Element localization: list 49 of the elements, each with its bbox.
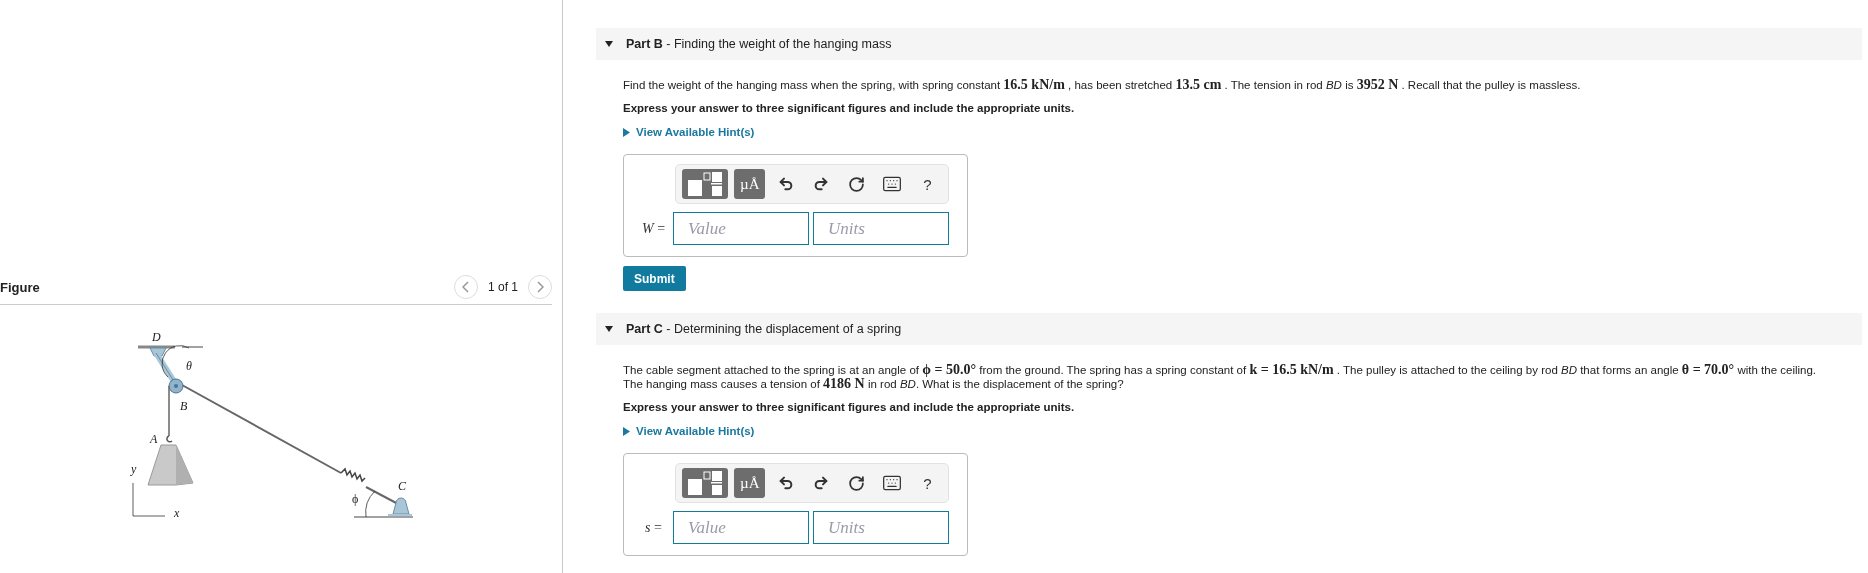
triangle-right-icon xyxy=(623,426,630,436)
part-title: Part C - Determining the displacement of a spring xyxy=(626,322,902,336)
redo-icon xyxy=(813,176,830,192)
problem-text: The cable segment attached to the spring is at an angle of ϕ = 50.0° from the ground. The spring has a spring constant of k = 16.5 kN/m . The pulley is attached to the ceiling by rod BD that forms an angle θ = 70.0° with the ceiling. The hanging mass causes a tension of 4186 N in rod BD. What is the displacement of the spring? xyxy=(623,363,1818,391)
templates-button[interactable] xyxy=(682,468,728,498)
variable-label: s = xyxy=(644,519,663,536)
hint-link[interactable]: View Available Hint(s) xyxy=(623,425,755,437)
part-header[interactable]: Part C - Determining the displacement of a spring xyxy=(596,313,1862,345)
chevron-left-icon xyxy=(461,281,470,293)
help-button[interactable]: ? xyxy=(912,468,942,498)
redo-icon xyxy=(813,475,830,491)
units-field[interactable]: Units xyxy=(813,212,949,245)
instruction-text: Express your answer to three significant figures and include the appropriate units. xyxy=(623,102,1076,114)
value-field[interactable]: Value xyxy=(673,212,809,245)
figure-label: D xyxy=(152,330,161,344)
hint-link[interactable]: View Available Hint(s) xyxy=(623,126,755,138)
figure-label: y xyxy=(131,462,137,476)
figure-label: C xyxy=(398,479,406,493)
templates-icon xyxy=(688,471,722,495)
caret-icon[interactable] xyxy=(604,324,614,334)
caret-icon[interactable] xyxy=(604,39,614,49)
chevron-right-icon xyxy=(536,281,544,293)
undo-icon xyxy=(778,475,795,491)
templates-button[interactable] xyxy=(682,169,728,199)
instruction-text: Express your answer to three significant figures and include the appropriate units. xyxy=(623,401,1076,413)
value-field[interactable]: Value xyxy=(673,511,809,544)
figure-title: Figure xyxy=(0,279,41,295)
help-button[interactable]: ? xyxy=(912,169,942,199)
figure-label: θ xyxy=(186,359,192,373)
submit-button[interactable]: Submit xyxy=(623,266,686,291)
figure-label: x xyxy=(174,506,180,520)
pager-text: 1 of 1 xyxy=(487,280,518,294)
keyboard-icon xyxy=(882,174,902,194)
reset-icon xyxy=(848,175,866,193)
units-button[interactable]: µÅ xyxy=(734,468,766,498)
units-field[interactable]: Units xyxy=(813,511,949,544)
part-header[interactable]: Part B - Finding the weight of the hanging mass xyxy=(596,28,1862,60)
problem-text: Find the weight of the hanging mass when the spring, with spring constant 16.5 kN/m , has been stretched 13.5 cm . The tension in rod BD is 3952 N . Recall that the pulley is massless. xyxy=(623,78,1582,92)
triangle-right-icon xyxy=(623,127,630,137)
part-title: Part B - Finding the weight of the hanging mass xyxy=(626,37,892,51)
units-button[interactable]: µÅ xyxy=(734,169,766,199)
figure-label: ϕ xyxy=(352,492,359,506)
figure-label: A xyxy=(150,432,158,446)
keyboard-icon xyxy=(882,473,902,493)
reset-icon xyxy=(848,474,866,492)
templates-icon xyxy=(688,172,722,196)
variable-label: W = xyxy=(640,220,667,237)
undo-icon xyxy=(778,176,795,192)
figure-label: B xyxy=(180,399,188,413)
